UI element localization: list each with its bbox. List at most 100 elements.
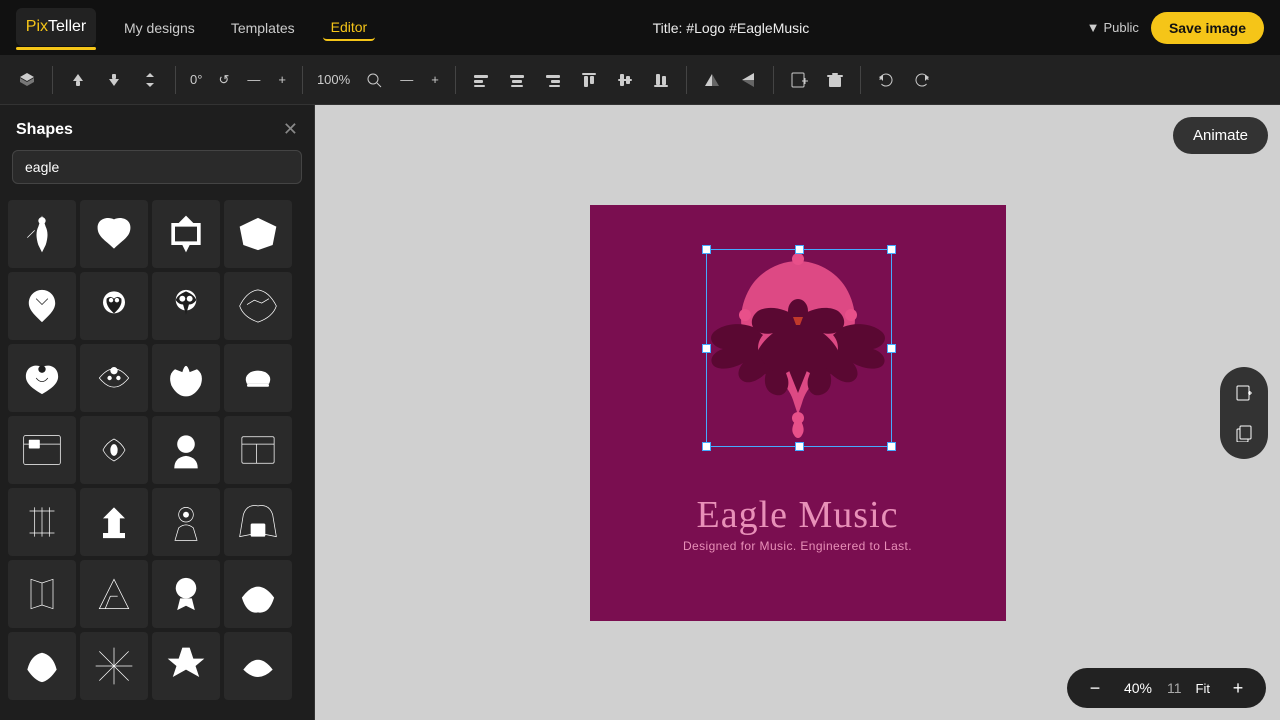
align-center-button[interactable]	[502, 67, 532, 93]
nav-title: Title: #Logo #EagleMusic	[395, 20, 1066, 36]
flip-h-button[interactable]	[697, 67, 727, 93]
move-down-button[interactable]	[99, 67, 129, 93]
shape-item[interactable]	[224, 344, 292, 412]
canvas-area: Animate	[315, 105, 1280, 720]
nav-templates[interactable]: Templates	[223, 16, 303, 40]
shape-item[interactable]	[152, 272, 220, 340]
shape-item[interactable]	[80, 416, 148, 484]
divider-7	[860, 66, 861, 94]
shape-item[interactable]	[152, 200, 220, 268]
shape-item[interactable]	[8, 416, 76, 484]
delete-button[interactable]	[820, 67, 850, 93]
shape-item[interactable]	[224, 488, 292, 556]
divider-1	[52, 66, 53, 94]
shapes-row	[8, 200, 306, 268]
dropdown-icon: ▼	[1087, 20, 1100, 35]
toolbar: 0° ↺ — + 100% — +	[0, 55, 1280, 105]
close-panel-button[interactable]: ✕	[283, 119, 298, 140]
shape-item[interactable]	[80, 272, 148, 340]
title-value-text: #Logo #EagleMusic	[686, 20, 809, 36]
shape-item[interactable]	[8, 560, 76, 628]
shape-item[interactable]	[152, 560, 220, 628]
add-page-button[interactable]	[784, 67, 814, 93]
logo-teller: Teller	[48, 18, 86, 36]
zoom-out-button[interactable]: −	[1081, 674, 1109, 702]
shape-item[interactable]	[80, 344, 148, 412]
design-canvas[interactable]: Eagle Music Designed for Music. Engineer…	[590, 205, 1006, 621]
zoom-minus-button[interactable]: —	[394, 68, 419, 91]
shapes-panel: Shapes ✕	[0, 105, 315, 720]
rotate-button[interactable]: ↺	[212, 68, 235, 92]
align-top-button[interactable]	[574, 67, 604, 93]
move-up-button[interactable]	[63, 67, 93, 93]
zoom-in-button[interactable]: +	[1224, 674, 1252, 702]
shapes-row	[8, 560, 306, 628]
top-nav: PixTeller My designs Templates Editor Ti…	[0, 0, 1280, 55]
shape-item[interactable]	[8, 200, 76, 268]
title-label: Title:	[653, 20, 683, 36]
rotate-minus-button[interactable]: —	[241, 68, 266, 91]
shape-item[interactable]	[80, 488, 148, 556]
search-wrap	[0, 150, 314, 196]
align-right-button[interactable]	[538, 67, 568, 93]
shape-item[interactable]	[152, 488, 220, 556]
animate-button[interactable]: Animate	[1173, 117, 1268, 154]
shape-item[interactable]	[8, 344, 76, 412]
shape-item[interactable]	[152, 632, 220, 700]
zoom-plus-button[interactable]: +	[425, 68, 445, 91]
zoom-icon[interactable]	[360, 68, 388, 92]
redo-button[interactable]	[907, 67, 937, 93]
shape-search-input[interactable]	[12, 150, 302, 184]
rotate-value: 0°	[186, 70, 206, 89]
nav-right: ▼ Public Save image	[1087, 12, 1264, 44]
shape-item[interactable]	[8, 632, 76, 700]
flip-v-button[interactable]	[733, 67, 763, 93]
public-label: Public	[1104, 20, 1139, 35]
right-panel	[1220, 367, 1268, 459]
shape-item[interactable]	[224, 632, 292, 700]
save-button[interactable]: Save image	[1151, 12, 1264, 44]
shape-item[interactable]	[152, 344, 220, 412]
bottom-bar: − 40% 11 Fit +	[1067, 668, 1266, 708]
align-left-button[interactable]	[466, 67, 496, 93]
shapes-title: Shapes	[16, 121, 73, 139]
undo-button[interactable]	[871, 67, 901, 93]
page-number: 11	[1167, 680, 1182, 696]
align-bottom-button[interactable]	[646, 67, 676, 93]
shape-item[interactable]	[80, 560, 148, 628]
rotate-plus-button[interactable]: +	[272, 68, 292, 91]
app-logo: PixTeller	[16, 8, 96, 48]
shapes-row	[8, 416, 306, 484]
copy-button[interactable]	[1226, 415, 1262, 451]
shapes-row	[8, 632, 306, 700]
canvas-title: Eagle Music Designed for Music. Engineer…	[590, 493, 1006, 553]
align-middle-button[interactable]	[610, 67, 640, 93]
shapes-row	[8, 488, 306, 556]
shape-item[interactable]	[80, 200, 148, 268]
shape-item[interactable]	[224, 560, 292, 628]
nav-my-designs[interactable]: My designs	[116, 16, 203, 40]
shape-item[interactable]	[8, 272, 76, 340]
move-both-button[interactable]	[135, 67, 165, 93]
shapes-grid	[0, 196, 314, 720]
shape-item[interactable]	[152, 416, 220, 484]
animate-btn-wrap: Animate	[1173, 117, 1268, 154]
shape-item[interactable]	[80, 632, 148, 700]
shape-item[interactable]	[8, 488, 76, 556]
fit-button[interactable]: Fit	[1192, 679, 1214, 698]
zoom-percent: 40%	[1119, 680, 1157, 696]
shapes-row	[8, 344, 306, 412]
add-element-button[interactable]	[1226, 375, 1262, 411]
shape-item[interactable]	[224, 200, 292, 268]
zoom-value: 100%	[313, 70, 354, 89]
shapes-row	[8, 272, 306, 340]
logo-pix: Pix	[26, 18, 48, 36]
nav-editor[interactable]: Editor	[323, 15, 376, 41]
shape-item[interactable]	[224, 272, 292, 340]
divider-2	[175, 66, 176, 94]
divider-5	[686, 66, 687, 94]
public-button[interactable]: ▼ Public	[1087, 20, 1139, 35]
layer-icon[interactable]	[12, 67, 42, 93]
shape-item[interactable]	[224, 416, 292, 484]
divider-4	[455, 66, 456, 94]
